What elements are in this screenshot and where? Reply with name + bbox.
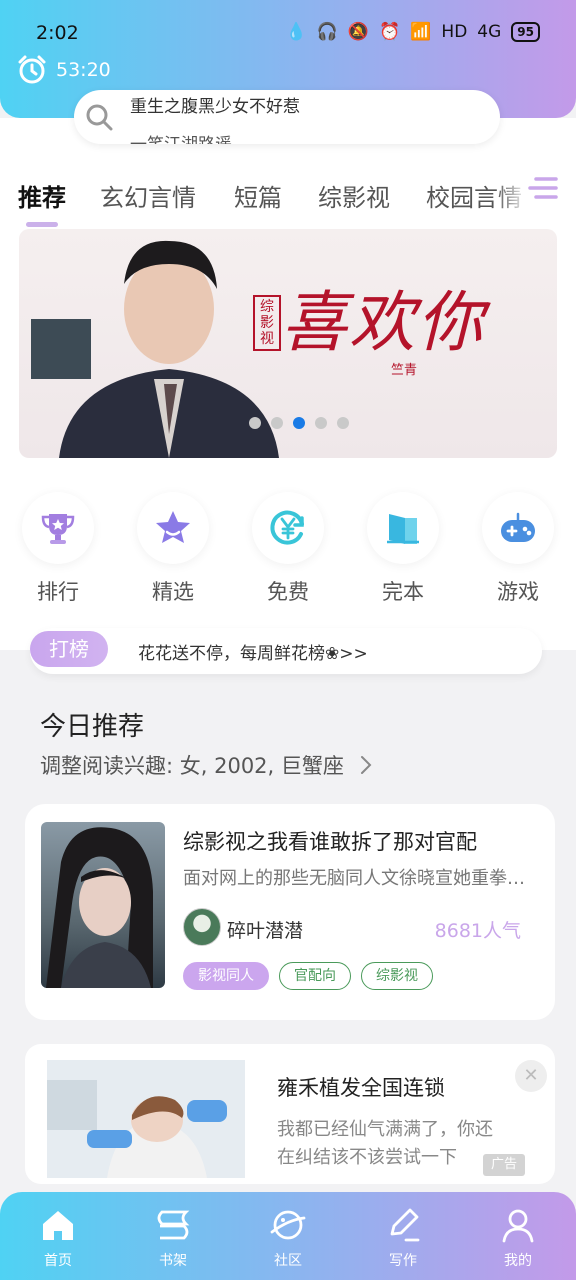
banner-pagination: [249, 417, 349, 429]
quick-ranking-circle: [22, 492, 94, 564]
quick-ranking[interactable]: 排行: [20, 492, 96, 606]
bottom-navigation: 首页 书架 社区 写作 我的: [0, 1192, 576, 1280]
quick-featured-circle: [137, 492, 209, 564]
trophy-icon: [41, 514, 75, 544]
status-icons: 💧 🎧 🔕 ⏰ 📶 HD 4G 95: [286, 22, 540, 42]
tab-recommend[interactable]: 推荐: [18, 178, 66, 213]
nav-profile[interactable]: 我的: [478, 1206, 558, 1270]
headphones-icon: 🎧: [316, 22, 338, 42]
profile-icon: [502, 1209, 534, 1243]
tab-fantasy-romance[interactable]: 玄幻言情: [100, 178, 196, 213]
book-card[interactable]: 综影视之我看谁敢拆了那对官配 面对网上的那些无脑同人文徐晓宣她重拳出击 碎叶潜潜…: [25, 804, 555, 1020]
book-author: 碎叶潜潜: [227, 920, 304, 942]
wifi-icon: 📶: [410, 22, 432, 42]
author-avatar: [183, 908, 221, 946]
nav-home[interactable]: 首页: [18, 1206, 98, 1270]
home-icon: [43, 1211, 73, 1240]
vibrate-icon: 🔕: [347, 22, 370, 42]
signal-type: 4G: [477, 22, 502, 42]
nav-label: 书架: [159, 1253, 187, 1269]
banner-dot[interactable]: [315, 417, 327, 429]
category-tabs: 推荐 玄幻言情 短篇 综影视 校园言情: [0, 160, 576, 230]
battery-indicator: 95: [511, 22, 540, 42]
banner-dot[interactable]: [249, 417, 261, 429]
book-tag[interactable]: 官配向: [279, 962, 351, 990]
quick-free[interactable]: 免费: [250, 492, 326, 606]
quick-label: 游戏: [497, 580, 539, 604]
book-tag[interactable]: 影视同人: [183, 962, 269, 990]
nav-label: 首页: [44, 1253, 72, 1269]
book-cover-image: [46, 827, 153, 988]
quick-label: 排行: [37, 580, 79, 604]
book-description: 面对网上的那些无脑同人文徐晓宣她重拳出击: [183, 868, 535, 889]
flower-ranking-bar[interactable]: 打榜 花花送不停，每周鲜花榜❀>>: [30, 628, 542, 674]
close-icon[interactable]: ✕: [515, 1060, 547, 1092]
tab-active-indicator: [26, 222, 58, 227]
quick-label: 精选: [152, 580, 194, 604]
ad-description: 我都已经仙气满满了，你还在纠结该不该尝试一下: [277, 1119, 493, 1168]
promo-banner[interactable]: 综影视 喜欢你 竺青: [19, 229, 557, 458]
quick-complete[interactable]: 完本: [365, 492, 441, 606]
network-type: HD: [441, 22, 468, 42]
ad-image: [47, 1060, 245, 1178]
quick-games[interactable]: 游戏: [480, 492, 556, 606]
alarm-icon: ⏰: [379, 22, 401, 42]
ad-card[interactable]: 雍禾植发全国连锁 我都已经仙气满满了，你还在纠结该不该尝试一下 ✕ 广告: [25, 1044, 555, 1184]
ad-image-graphic: [47, 1060, 245, 1178]
nav-label: 我的: [504, 1253, 532, 1269]
timer-value: 53:20: [56, 59, 111, 81]
banner-title: 喜欢你: [281, 284, 485, 361]
book-icon: [387, 514, 419, 544]
tab-film-tv[interactable]: 综影视: [318, 178, 390, 213]
quick-free-circle: [252, 492, 324, 564]
banner-dot-active[interactable]: [293, 417, 305, 429]
reading-interest-link[interactable]: 调整阅读兴趣: 女, 2002, 巨蟹座: [40, 750, 373, 780]
star-icon: [156, 511, 190, 543]
quick-label: 完本: [382, 580, 424, 604]
reading-timer[interactable]: 53:20: [16, 54, 111, 86]
chevron-right-icon: [360, 756, 372, 774]
status-bar: 2:02 💧 🎧 🔕 ⏰ 📶 HD 4G 95: [0, 18, 576, 52]
category-menu-icon[interactable]: [526, 174, 560, 204]
bookshelf-icon: [157, 1210, 190, 1240]
ad-title: 雍禾植发全国连锁: [277, 1076, 445, 1100]
banner-author: 竺青: [391, 363, 418, 378]
planet-icon: [270, 1210, 306, 1240]
book-title: 综影视之我看谁敢拆了那对官配: [183, 830, 477, 854]
gamepad-icon: [501, 512, 535, 542]
search-bar[interactable]: 重生之腹黑少女不好惹 一笑江湖路遥: [74, 90, 500, 144]
search-icon: [86, 104, 113, 131]
quick-complete-circle: [367, 492, 439, 564]
quick-entries: 排行 精选 免费 完本 游戏: [0, 492, 576, 612]
search-hint-line-2: 一笑江湖路遥: [130, 130, 232, 144]
alarm-clock-icon: [18, 55, 46, 84]
quick-games-circle: [482, 492, 554, 564]
book-tags: 影视同人 官配向 综影视: [183, 962, 433, 990]
quick-label: 免费: [267, 580, 309, 604]
section-title: 今日推荐: [40, 712, 145, 742]
tab-short[interactable]: 短篇: [234, 178, 282, 213]
book-cover: [41, 822, 165, 988]
reading-interest-text: 调整阅读兴趣: 女, 2002, 巨蟹座: [40, 754, 344, 778]
nav-bookshelf[interactable]: 书架: [133, 1206, 213, 1270]
nav-write[interactable]: 写作: [363, 1206, 443, 1270]
ranking-text: 花花送不停，每周鲜花榜❀>>: [138, 644, 368, 664]
water-drop-icon: 💧: [285, 22, 307, 42]
book-popularity: 8681人气: [434, 920, 521, 942]
nav-label: 社区: [274, 1253, 302, 1269]
nav-label: 写作: [389, 1253, 417, 1269]
nav-community[interactable]: 社区: [248, 1206, 328, 1270]
book-tag[interactable]: 综影视: [361, 962, 433, 990]
ad-badge: 广告: [482, 1154, 525, 1176]
free-yen-icon: [270, 510, 304, 545]
status-time: 2:02: [36, 22, 79, 44]
pen-icon: [390, 1208, 420, 1242]
quick-featured[interactable]: 精选: [135, 492, 211, 606]
banner-dot[interactable]: [337, 417, 349, 429]
ranking-tag: 打榜: [30, 631, 108, 667]
search-hint-line-1: 重生之腹黑少女不好惹: [130, 97, 300, 117]
banner-tag: 综影视: [253, 295, 281, 351]
search-hint: 重生之腹黑少女不好惹 一笑江湖路遥: [130, 90, 490, 144]
banner-dot[interactable]: [271, 417, 283, 429]
